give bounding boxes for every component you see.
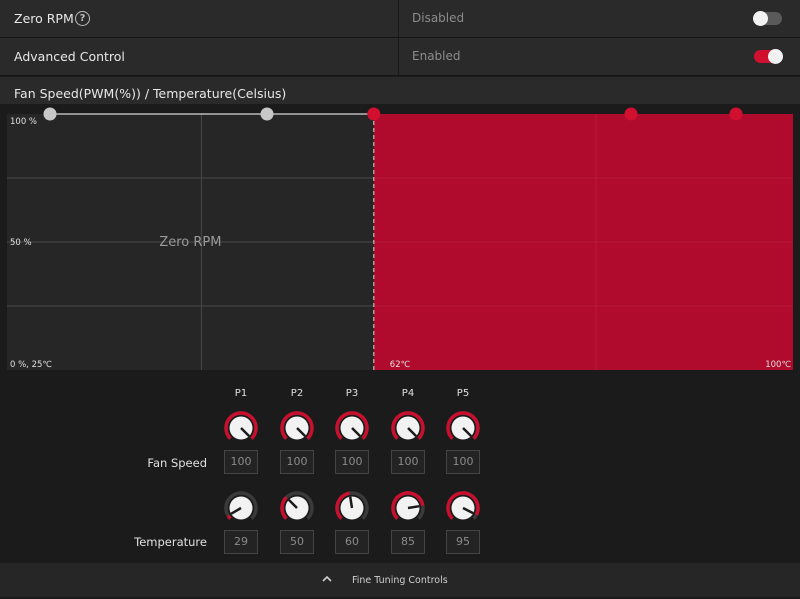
temperature-knob-p1[interactable] bbox=[223, 490, 259, 526]
fan-curve-chart[interactable]: 100 % 50 % 0 %, 25℃ 62℃ 100℃ Zero RPM bbox=[0, 104, 800, 371]
temperature-input-p1[interactable]: 29 bbox=[224, 530, 258, 554]
advanced-control-row: Advanced Control Enabled bbox=[0, 38, 800, 76]
temperature-input-p3[interactable]: 60 bbox=[335, 530, 369, 554]
x-label-max-temp: 100℃ bbox=[765, 360, 791, 370]
fan-speed-input-p4[interactable]: 100 bbox=[391, 450, 425, 474]
temperature-input-p5[interactable]: 95 bbox=[446, 530, 480, 554]
toggle-knob bbox=[768, 49, 783, 64]
temperature-knob-p4[interactable] bbox=[390, 490, 426, 526]
column-label-p5: P5 bbox=[456, 388, 470, 399]
x-label-zero-rpm-temp: 62℃ bbox=[390, 360, 411, 370]
zero-rpm-label: Zero RPM bbox=[14, 11, 74, 26]
row-divider bbox=[398, 0, 399, 37]
fine-tuning-footer[interactable]: Fine Tuning Controls bbox=[0, 563, 800, 597]
row-divider bbox=[398, 38, 399, 75]
fine-tuning-label: Fine Tuning Controls bbox=[352, 575, 448, 586]
temperature-knob-p5[interactable] bbox=[445, 490, 481, 526]
y-label-mid: 50 % bbox=[10, 238, 32, 248]
zero-rpm-row: Zero RPM ? Disabled bbox=[0, 0, 800, 38]
fan-tuning-panel: Fan Speed Temperature P1 100 29 P2 100 50 P3 10… bbox=[0, 371, 800, 563]
fan-speed-knob-p4[interactable] bbox=[390, 410, 426, 446]
temperature-knob-p3[interactable] bbox=[334, 490, 370, 526]
temperature-input-p2[interactable]: 50 bbox=[280, 530, 314, 554]
fan-speed-knob-p5[interactable] bbox=[445, 410, 481, 446]
temperature-knob-p2[interactable] bbox=[279, 490, 315, 526]
temperature-input-p4[interactable]: 85 bbox=[391, 530, 425, 554]
zero-rpm-overlay-label: Zero RPM bbox=[159, 235, 221, 250]
fan-speed-input-p5[interactable]: 100 bbox=[446, 450, 480, 474]
toggle-knob bbox=[753, 11, 768, 26]
chevron-up-icon bbox=[322, 575, 332, 582]
column-label-p1: P1 bbox=[234, 388, 248, 399]
fan-speed-knob-p2[interactable] bbox=[279, 410, 315, 446]
curve-point-p4[interactable] bbox=[624, 107, 638, 121]
advanced-control-label: Advanced Control bbox=[14, 49, 125, 64]
column-label-p3: P3 bbox=[345, 388, 359, 399]
fan-speed-label: Fan Speed bbox=[147, 456, 207, 470]
fan-speed-input-p3[interactable]: 100 bbox=[335, 450, 369, 474]
zero-rpm-value: Disabled bbox=[412, 11, 465, 25]
y-label-max: 100 % bbox=[10, 117, 37, 127]
curve-point-p3[interactable] bbox=[367, 107, 381, 121]
curve-point-p5[interactable] bbox=[729, 107, 743, 121]
curve-point-p1[interactable] bbox=[43, 107, 57, 121]
help-icon[interactable]: ? bbox=[75, 11, 90, 26]
column-label-p4: P4 bbox=[401, 388, 415, 399]
zero-rpm-toggle[interactable] bbox=[753, 11, 782, 26]
fan-speed-knob-p3[interactable] bbox=[334, 410, 370, 446]
fan-speed-knob-p1[interactable] bbox=[223, 410, 259, 446]
curve-point-p2[interactable] bbox=[260, 107, 274, 121]
column-label-p2: P2 bbox=[290, 388, 304, 399]
fan-speed-input-p2[interactable]: 100 bbox=[280, 450, 314, 474]
fan-speed-input-p1[interactable]: 100 bbox=[224, 450, 258, 474]
y-label-min: 0 %, 25℃ bbox=[10, 360, 52, 370]
advanced-control-value: Enabled bbox=[412, 49, 461, 63]
temperature-label: Temperature bbox=[134, 535, 207, 549]
advanced-control-toggle[interactable] bbox=[754, 49, 783, 64]
